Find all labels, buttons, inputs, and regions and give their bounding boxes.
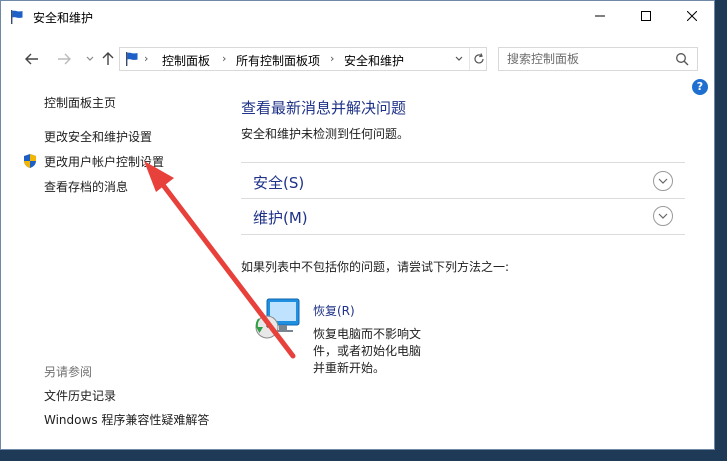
back-arrow-icon [25,53,38,65]
chevron-down-icon [455,56,463,61]
breadcrumb-separator[interactable]: › [330,52,334,65]
breadcrumb-all-items[interactable]: 所有控制面板项 [236,52,320,69]
title-bar[interactable]: 安全和维护 [1,1,714,31]
troubleshoot-intro: 如果列表中不包括你的问题，请尝试下列方法之一: [241,260,510,274]
divider [241,234,685,235]
close-icon [687,11,697,21]
section-security[interactable]: 安全(S) [253,172,304,193]
recovery-icon [255,298,300,339]
address-dropdown-button[interactable] [451,48,467,70]
flag-icon [11,10,23,24]
expand-chevron-icon [658,178,668,184]
forward-button[interactable] [55,50,73,68]
refresh-button[interactable] [469,48,487,70]
breadcrumb-security-maintenance[interactable]: 安全和维护 [344,52,404,69]
up-button[interactable] [99,50,117,68]
navigation-bar: › 控制面板 › 所有控制面板项 › 安全和维护 [1,45,714,73]
close-button[interactable] [669,1,714,31]
recovery-description-line: 件，或者初始化电脑 [313,344,422,358]
window-title: 安全和维护 [33,11,94,25]
breadcrumb-separator[interactable]: › [222,52,226,65]
search-box[interactable] [498,47,698,71]
back-button[interactable] [23,50,41,68]
search-icon[interactable] [675,52,689,66]
breadcrumb-separator[interactable]: › [144,52,148,65]
divider [241,198,685,199]
sidebar-item-change-settings[interactable]: 更改安全和维护设置 [44,128,152,145]
sidebar-item-home[interactable]: 控制面板主页 [44,94,116,111]
minimize-icon [595,15,605,17]
maximize-icon [641,11,651,21]
recovery-description-line: 恢复电脑而不影响文 [313,327,422,341]
forward-arrow-icon [58,53,71,65]
see-also-heading: 另请参阅 [44,365,93,379]
up-arrow-icon [102,52,114,65]
sidebar-item-uac-settings[interactable]: 更改用户帐户控制设置 [44,153,164,170]
page-title: 查看最新消息并解决问题 [241,99,407,117]
minimize-button[interactable] [577,1,623,31]
sidebar-item-compat-troubleshooter[interactable]: Windows 程序兼容性疑难解答 [44,411,209,428]
recent-locations-button[interactable] [81,50,99,68]
recent-chevron-icon [86,56,94,61]
flag-icon [126,52,138,66]
status-message: 安全和维护未检测到任何问题。 [241,127,410,141]
help-icon[interactable]: ? [692,79,708,95]
sidebar-item-file-history[interactable]: 文件历史记录 [44,387,116,404]
breadcrumb-control-panel[interactable]: 控制面板 [162,52,210,69]
maximize-button[interactable] [623,1,669,31]
sidebar-item-archived-messages[interactable]: 查看存档的消息 [44,178,128,195]
uac-shield-icon [24,154,36,168]
control-panel-window: 安全和维护 › 控制面板 › 所有控制面板项 › 安全和维护 搜索控制面板 ? … [0,0,715,450]
section-maintenance[interactable]: 维护(M) [253,207,308,228]
refresh-icon [473,53,484,64]
expand-security-button[interactable] [653,171,673,191]
recovery-link[interactable]: 恢复(R) [313,302,355,319]
divider [241,162,685,163]
expand-chevron-icon [658,213,668,219]
search-input[interactable] [507,51,667,67]
expand-maintenance-button[interactable] [653,206,673,226]
address-bar[interactable]: › 控制面板 › 所有控制面板项 › 安全和维护 [119,47,487,71]
recovery-description-line: 并重新开始。 [313,361,386,375]
